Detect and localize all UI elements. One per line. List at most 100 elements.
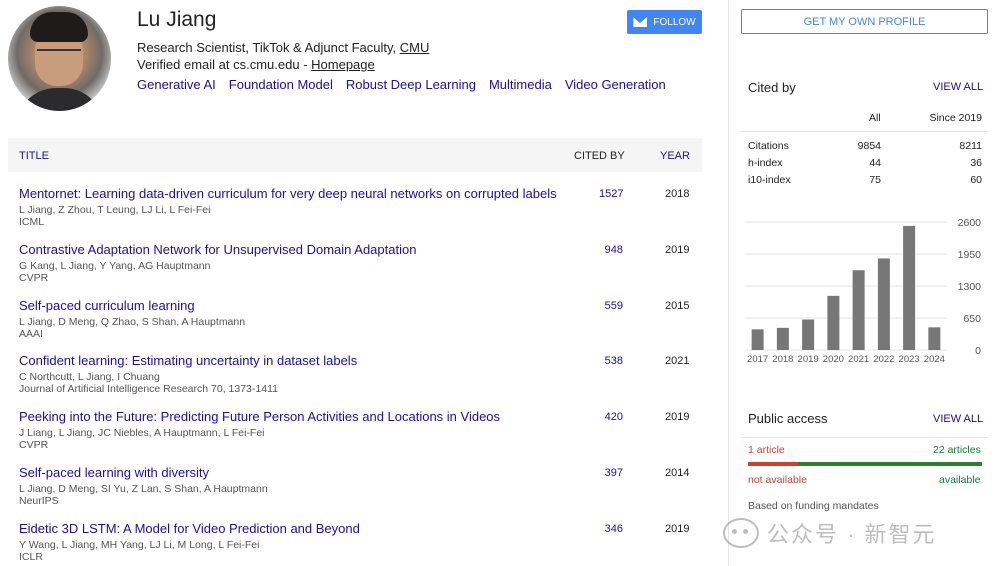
- paper-venue: Journal of Artificial Intelligence Resea…: [19, 383, 278, 396]
- wechat-watermark: 公众号 · 新智元: [723, 508, 937, 558]
- get-own-profile-button[interactable]: GET MY OWN PROFILE: [741, 9, 988, 34]
- x-tick-label: 2018: [772, 354, 793, 365]
- paper-year: 2021: [665, 355, 690, 368]
- cited-by-link[interactable]: 397: [599, 467, 623, 479]
- x-tick-label: 2017: [747, 354, 768, 365]
- stats-col-all: All: [869, 112, 881, 124]
- y-tick-label: 1950: [958, 249, 982, 261]
- divider: [741, 437, 988, 438]
- interest-link[interactable]: Video Generation: [565, 77, 666, 92]
- paper-authors: L Jiang, Z Zhou, T Leung, LJ Li, L Fei-F…: [19, 204, 211, 216]
- public-access-view-all-link[interactable]: VIEW ALL: [933, 413, 983, 425]
- y-tick-label: 650: [963, 313, 981, 325]
- interest-link[interactable]: Foundation Model: [229, 77, 333, 92]
- citation-stats-table: All Since 2019 Citations 9854 8211 h-ind…: [748, 112, 982, 191]
- public-access-bar-unavailable: [748, 462, 799, 466]
- cited-by-link[interactable]: 538: [599, 355, 623, 367]
- sort-title[interactable]: TITLE: [19, 150, 49, 162]
- paper-year: 2019: [665, 243, 690, 256]
- stats-label: Citations: [748, 140, 789, 152]
- x-tick-label: 2020: [823, 354, 844, 365]
- public-access-bar: [748, 462, 982, 466]
- affiliation-link[interactable]: CMU: [400, 40, 430, 55]
- y-tick-label: 1300: [958, 281, 982, 293]
- chart-bar-2023[interactable]: [903, 225, 916, 350]
- paper-authors: C Northcutt, L Jiang, I Chuang: [19, 371, 160, 384]
- paper-year: 2018: [665, 188, 690, 200]
- chart-bar-2019[interactable]: [802, 319, 815, 350]
- interest-link[interactable]: Robust Deep Learning: [346, 77, 476, 92]
- x-tick-label: 2023: [899, 354, 920, 365]
- affiliation-text: Research Scientist, TikTok & Adjunct Fac…: [137, 40, 400, 55]
- stats-all-value: 9854: [857, 140, 881, 152]
- interests-list: Generative AI Foundation Model Robust De…: [137, 77, 666, 92]
- publication-list: Mentornet: Learning data-driven curricul…: [19, 186, 702, 566]
- paper-year: 2015: [665, 299, 690, 312]
- paper-authors: G Kang, L Jiang, Y Yang, AG Hauptmann: [19, 259, 211, 272]
- stats-row: Citations 9854 8211: [748, 140, 982, 157]
- follow-button[interactable]: FOLLOW: [627, 10, 702, 34]
- chart-bar-2022[interactable]: [877, 258, 890, 350]
- cited-by-link[interactable]: 420: [599, 411, 623, 423]
- paper-year: 2019: [665, 522, 690, 535]
- stats-since-value: 60: [970, 174, 982, 186]
- x-tick-label: 2024: [924, 354, 945, 365]
- profile-affiliation: Research Scientist, TikTok & Adjunct Fac…: [137, 40, 429, 55]
- sort-year[interactable]: YEAR: [660, 150, 690, 162]
- chart-bar-2024[interactable]: [928, 327, 941, 350]
- paper-authors: L Jiang, D Meng, SI Yu, Z Lan, S Shan, A…: [19, 482, 268, 495]
- chart-bar-2018[interactable]: [776, 327, 789, 350]
- available-label: available: [939, 474, 981, 486]
- cited-by-link[interactable]: 1527: [599, 188, 623, 200]
- paper-venue: AAAI: [19, 327, 43, 340]
- interest-link[interactable]: Multimedia: [489, 77, 552, 92]
- y-tick-label: 2600: [958, 217, 982, 229]
- available-count: 22 articles: [933, 444, 981, 456]
- sort-cited-by[interactable]: CITED BY: [574, 150, 625, 162]
- stats-row: i10-index 75 60: [748, 174, 982, 191]
- profile-name: Lu Jiang: [137, 8, 217, 31]
- paper-venue: ICML: [19, 216, 45, 228]
- cited-by-heading: Cited by: [748, 80, 796, 95]
- paper-venue: CVPR: [19, 439, 49, 452]
- cited-by-link[interactable]: 948: [599, 244, 623, 256]
- homepage-link[interactable]: Homepage: [311, 57, 375, 72]
- public-access-heading: Public access: [748, 411, 828, 426]
- x-tick-label: 2022: [873, 354, 894, 365]
- stats-all-value: 44: [869, 157, 881, 169]
- paper-authors: Y Wang, L Jiang, MH Yang, LJ Li, M Long,…: [19, 538, 260, 551]
- profile-email: Verified email at cs.cmu.edu - Homepage: [137, 57, 375, 72]
- cited-by-link[interactable]: 346: [599, 523, 623, 535]
- chart-bar-2021[interactable]: [852, 270, 865, 350]
- paper-venue: NeurIPS: [19, 494, 59, 507]
- table-row: Eidetic 3D LSTM: A Model for Video Predi…: [19, 521, 702, 566]
- stats-since-value: 36: [970, 157, 982, 169]
- not-available-label: not available: [748, 474, 807, 486]
- stats-label: i10-index: [748, 174, 791, 186]
- wechat-icon: [723, 518, 759, 548]
- table-row: Mentornet: Learning data-driven curricul…: [19, 186, 702, 242]
- chart-bar-2017[interactable]: [751, 329, 764, 350]
- chart-bar-2020[interactable]: [827, 295, 840, 350]
- stats-since-value: 8211: [959, 140, 982, 152]
- cited-by-link[interactable]: 559: [599, 300, 623, 312]
- email-text: Verified email at cs.cmu.edu -: [137, 57, 312, 72]
- interest-link[interactable]: Generative AI: [137, 77, 216, 92]
- paper-authors: J Liang, L Jiang, JC Niebles, A Hauptman…: [19, 427, 265, 440]
- x-tick-label: 2021: [848, 354, 869, 365]
- column-divider: [728, 0, 729, 566]
- paper-year: 2019: [665, 411, 690, 424]
- profile-main: Lu Jiang Research Scientist, TikTok & Ad…: [0, 0, 722, 566]
- follow-label: FOLLOW: [653, 16, 696, 28]
- citations-per-year-chart: 2600 1950 1300 650 0 2017 2018 2019 2020 2021 2022…: [745, 217, 982, 365]
- table-header: TITLE CITED BY YEAR: [8, 138, 702, 172]
- stats-col-since: Since 2019: [929, 112, 982, 124]
- x-tick-label: 2019: [798, 354, 819, 365]
- table-row: Confident learning: Estimating uncertain…: [19, 353, 702, 409]
- paper-venue: CVPR: [19, 271, 49, 284]
- table-row: Peeking into the Future: Predicting Futu…: [19, 409, 702, 465]
- cited-by-view-all-link[interactable]: VIEW ALL: [933, 81, 983, 93]
- not-available-count: 1 article: [748, 444, 785, 456]
- y-tick-label: 0: [975, 345, 981, 357]
- paper-authors: L Jiang, D Meng, Q Zhao, S Shan, A Haupt…: [19, 315, 246, 328]
